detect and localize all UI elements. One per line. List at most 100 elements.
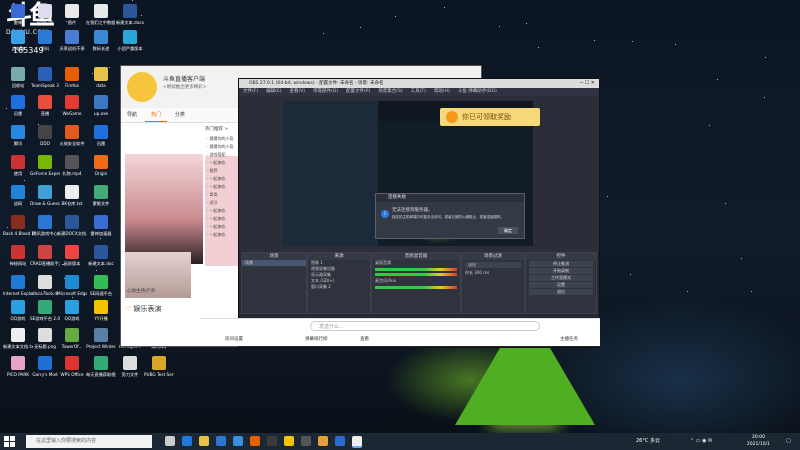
tab-nav[interactable]: 导航 xyxy=(121,108,143,121)
control-button[interactable]: 工作室模式 xyxy=(529,275,593,281)
desktop-icon[interactable]: WPS Office xyxy=(57,356,87,377)
clock[interactable]: 20:00 2021/10/1 xyxy=(747,434,770,448)
obs-menu-item[interactable]: 查看(V) xyxy=(289,89,305,94)
desktop-icon[interactable]: YY开播 xyxy=(86,300,116,321)
chat-rank[interactable]: 弹幕排行榜 xyxy=(305,336,328,342)
desktop-icon[interactable]: TowerOf... xyxy=(57,328,87,349)
chat-input[interactable]: 发送什么... xyxy=(310,321,540,331)
recommend-item[interactable]: · 一起来吃 xyxy=(205,232,241,240)
desktop-icon[interactable]: 在我们之中数据目录 xyxy=(86,4,116,25)
desktop-icon[interactable]: 图片 xyxy=(57,4,87,25)
desktop-icon[interactable]: 小团严重版本 xyxy=(115,30,145,51)
desktop-icon[interactable]: 剪刀文件 xyxy=(115,356,145,377)
desktop-icon[interactable]: DDO xyxy=(30,125,60,146)
desktop-icon[interactable]: WeGame xyxy=(57,95,87,116)
obs-menu-item[interactable]: 配置文件(P) xyxy=(346,89,370,94)
obs-menu-item[interactable]: 停靠部件(D) xyxy=(313,89,338,94)
desktop-icon[interactable]: 雷神 xyxy=(3,4,33,25)
obs-taskbar-icon[interactable] xyxy=(352,436,362,448)
desktop-icon[interactable]: 迅雷 xyxy=(3,95,33,116)
explorer-icon[interactable] xyxy=(199,436,209,446)
desktop-icon[interactable]: 新建文本.docx xyxy=(115,4,145,25)
mail-icon[interactable] xyxy=(233,436,243,446)
desktop-icon[interactable]: 每天直播获取视频相关 xyxy=(86,356,116,377)
desktop-icon[interactable]: SE游戏平台 2.0 xyxy=(30,300,60,321)
mic-meter[interactable] xyxy=(375,286,457,289)
desktop-icon[interactable]: BK仓库.txt xyxy=(57,185,87,206)
desktop-icon[interactable]: SE网速平台 xyxy=(86,275,116,296)
firefox-icon[interactable] xyxy=(250,436,260,446)
recommend-item[interactable]: · 一起来吃 xyxy=(205,224,241,232)
desktop-icon[interactable]: dlsca7bcb.dl xyxy=(30,275,60,296)
chat-tasks[interactable]: 主播任务 xyxy=(560,336,578,342)
desktop-icon[interactable]: 蒙眼文件 xyxy=(86,185,116,206)
gift-banner[interactable]: 你已可领取奖励 xyxy=(440,108,540,126)
desktop-icon[interactable]: TeamSpeak 3 xyxy=(30,67,60,88)
recommend-item[interactable]: · 一起来吃 xyxy=(205,160,241,168)
desktop-icon[interactable]: PICO PARK xyxy=(3,356,33,377)
notification-icon[interactable]: ▢ xyxy=(786,433,791,450)
obs-menu-item[interactable]: 工具(T) xyxy=(411,89,426,94)
stream-thumbnail[interactable] xyxy=(125,154,203,264)
recommend-item[interactable]: · 一起来吃 xyxy=(205,176,241,184)
tab-category[interactable]: 分类 xyxy=(169,108,191,121)
obs-menu-item[interactable]: 帮助(H) xyxy=(434,89,450,94)
desktop-icon[interactable]: 此电脑 xyxy=(3,30,33,51)
avatar[interactable] xyxy=(127,72,157,102)
tab-hot[interactable]: 热门 xyxy=(144,108,167,122)
desktop-icon[interactable]: Draw & Guess xyxy=(30,185,60,206)
recommend-item[interactable]: · 虎牙 xyxy=(205,200,241,208)
desktop-icon[interactable]: Microsoft Edge xyxy=(57,275,87,296)
desktop-icon[interactable]: Origin xyxy=(86,155,116,176)
obs-menu-item[interactable]: 编辑(E) xyxy=(266,89,281,94)
recommend-item[interactable]: · 一起来吃 xyxy=(205,184,241,192)
recommend-item[interactable]: · 猜猜你的小背 xyxy=(205,136,241,144)
desktop-icon[interactable]: 雷神加速器 xyxy=(86,215,116,236)
taskbar-search[interactable]: 在这里输入你要搜索的内容 xyxy=(26,435,152,448)
control-button[interactable]: 停止推流 xyxy=(529,261,593,267)
recommend-item[interactable]: · 游戏搭配 xyxy=(205,152,241,160)
task-view-icon[interactable] xyxy=(165,436,175,446)
control-button[interactable]: 设置 xyxy=(529,282,593,288)
ok-button[interactable]: 确定 xyxy=(498,227,518,234)
desktop-icon[interactable]: 直播 xyxy=(30,95,60,116)
chat-room-settings[interactable]: 房间设置 xyxy=(225,336,243,342)
obs-menu-item[interactable]: 场景集合(S) xyxy=(378,89,402,94)
desktop-icon[interactable]: up.exe xyxy=(86,95,116,116)
weather[interactable]: 26°C 多云 xyxy=(636,433,660,450)
chat-view[interactable]: 查看 xyxy=(360,336,369,342)
desktop-icon[interactable]: QQ游戏 xyxy=(57,300,87,321)
recommend-item[interactable]: · 猜猜你的小背 xyxy=(205,144,241,152)
desktop-icon[interactable]: 新建文本文档.txt xyxy=(3,328,33,349)
desktop-icon[interactable]: 战网 xyxy=(3,185,33,206)
desktop-icon[interactable]: GeForce Experience xyxy=(30,155,60,176)
obs-menu-item[interactable]: 斗鱼 弹幕助手(DG) xyxy=(458,89,497,94)
steam-icon[interactable] xyxy=(267,436,277,446)
obs-window[interactable]: OBS 27.0.1 (64-bit, windows) - 配置文件: 未命名… xyxy=(238,78,600,348)
source-item[interactable]: 窗口采集 2 xyxy=(308,284,370,290)
douyu-live-icon[interactable] xyxy=(318,436,328,446)
duration-value[interactable]: 300 ms xyxy=(474,270,489,275)
desktop-icon[interactable]: QQ游戏 xyxy=(3,300,33,321)
desktop-icon[interactable]: Internet Explorer xyxy=(3,275,33,296)
desktop-icon[interactable]: 回收站 xyxy=(3,67,33,88)
desktop-icon[interactable]: 画质版本 xyxy=(57,245,87,266)
transition-select[interactable]: 淡出 xyxy=(465,262,521,268)
desktop-icon[interactable]: Garry's Mod xyxy=(30,356,60,377)
desktop-icon[interactable]: 新建DOCX文档.docx xyxy=(57,215,87,236)
tray-icons[interactable]: ⌃ ▭ ◉ ✉ xyxy=(690,433,712,450)
desktop-icon[interactable]: CRAD直播助手大全 xyxy=(30,245,60,266)
desktop-icon[interactable]: Back 4 Blood Beta xyxy=(3,215,33,236)
minimize-icon[interactable]: ─ xyxy=(580,80,583,86)
obs-menu-item[interactable]: 文件(F) xyxy=(243,89,258,94)
side-title[interactable]: 热门推荐 > xyxy=(205,126,228,132)
desktop-icon[interactable]: 沃莱战机不停 xyxy=(57,30,87,51)
error-dialog[interactable]: 连接失败 i 无法连接到服务器。 指定的主机和端口可能无法访问，或者已被防火墙阻… xyxy=(375,193,525,239)
desktop-icon[interactable]: 迅雷 xyxy=(86,125,116,146)
desktop-icon[interactable]: PUBG Test Server xyxy=(144,356,174,377)
recommend-item[interactable]: · 哥哥 xyxy=(205,192,241,200)
douyu-app-icon[interactable] xyxy=(284,436,294,446)
desktop-icon[interactable]: 使用 xyxy=(3,155,33,176)
desktop-icon[interactable]: 新建文本.doc xyxy=(86,245,116,266)
desktop-icon[interactable]: 礼物.mp4 xyxy=(57,155,87,176)
